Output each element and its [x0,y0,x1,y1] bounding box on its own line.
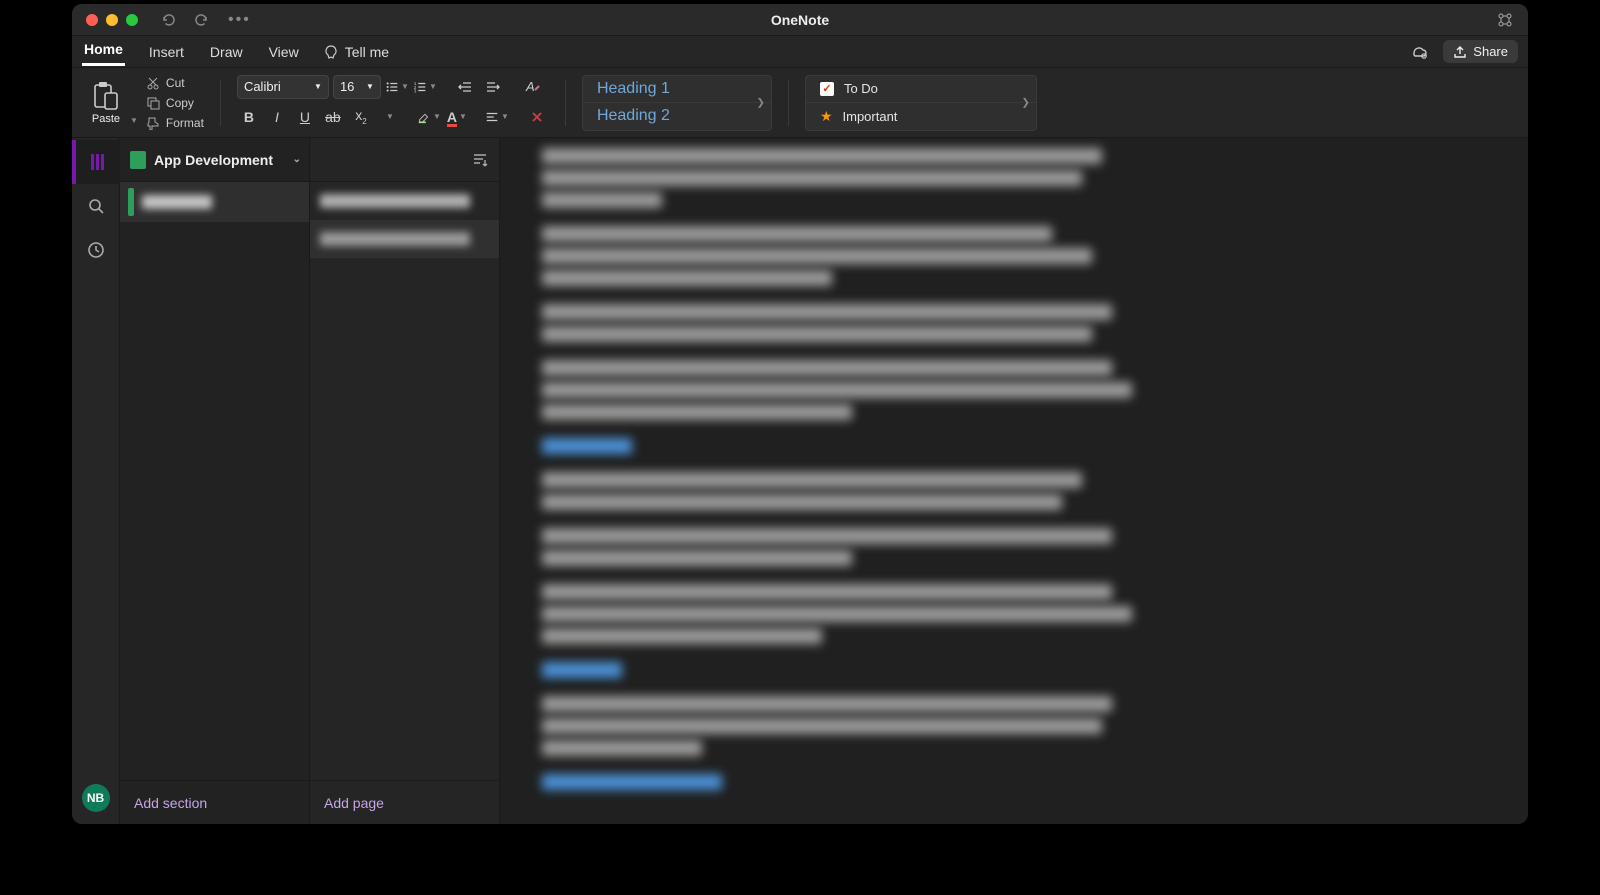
paste-label: Paste [92,113,120,125]
main-body: NB App Development ⌄ Add section [72,138,1528,824]
titlebar: ••• OneNote [72,4,1528,36]
font-family-select[interactable]: Calibri ▼ [237,75,329,99]
user-avatar: NB [82,784,110,812]
strikethrough-button[interactable]: ab [321,105,345,129]
page-item-selected[interactable] [310,220,499,258]
clear-formatting-button[interactable]: A [521,75,545,99]
pages-header [310,138,499,182]
nav-rail: NB [72,138,120,824]
page-title-redacted [320,232,470,246]
titlebar-right [1496,11,1528,29]
redo-button[interactable] [194,12,210,28]
share-button[interactable]: Share [1443,40,1518,63]
font-size-value: 16 [340,79,354,94]
tags-group: ✓ To Do ★ Important ❯ [805,75,1037,131]
delete-button[interactable] [525,105,549,129]
align-button[interactable]: ▼ [485,105,509,129]
format-painter-button[interactable]: Format [146,114,204,132]
subscript-button[interactable]: x2 [349,105,373,129]
checkbox-icon: ✓ [820,82,834,96]
chevron-down-icon: ▼ [366,82,374,91]
ribbon: Paste ▼ Cut Copy Format [72,68,1528,138]
chevron-down-icon: ⌄ [293,154,301,165]
sort-pages-button[interactable] [471,151,489,169]
chevron-down-icon: ▼ [314,82,322,91]
font-family-value: Calibri [244,79,281,94]
app-title: OneNote [771,12,829,28]
notebook-name: App Development [154,152,285,168]
cut-label: Cut [166,76,185,90]
quick-access-toolbar: ••• [160,11,251,29]
notebooks-nav[interactable] [72,140,120,184]
outdent-button[interactable] [453,75,477,99]
sync-status-icon[interactable] [1409,42,1429,62]
page-item[interactable] [310,182,499,220]
bullet-list-button[interactable]: ▼ [385,75,409,99]
highlight-button[interactable]: ▼ [417,105,441,129]
divider [220,80,221,126]
clipboard-group: Paste ▼ Cut Copy Format [82,75,204,131]
recent-nav[interactable] [72,228,120,272]
note-canvas[interactable] [500,138,1528,824]
indent-button[interactable] [481,75,505,99]
styles-gallery[interactable]: Heading 1 Heading 2 ❯ [582,75,772,131]
underline-button[interactable]: U [293,105,317,129]
tags-expand[interactable]: ❯ [1022,97,1030,108]
sections-panel: App Development ⌄ Add section [120,138,310,824]
font-size-select[interactable]: 16 ▼ [333,75,381,99]
styles-expand[interactable]: ❯ [757,97,765,108]
bold-button[interactable]: B [237,105,261,129]
superscript-button[interactable]: ▼ [377,105,401,129]
window-controls [72,14,138,26]
tab-insert[interactable]: Insert [147,40,186,64]
more-button[interactable]: ••• [228,11,251,29]
font-group: Calibri ▼ 16 ▼ ▼ 123 ▼ [237,75,549,131]
section-item[interactable] [120,182,309,222]
svg-text:A: A [525,79,535,94]
tags-gallery[interactable]: ✓ To Do ★ Important ❯ [805,75,1037,131]
copy-label: Copy [166,96,194,110]
format-label: Format [166,116,204,130]
close-window-button[interactable] [86,14,98,26]
star-icon: ★ [820,108,833,125]
paste-button[interactable]: Paste [82,75,130,131]
add-section-button[interactable]: Add section [120,780,309,824]
add-page-button[interactable]: Add page [310,780,499,824]
divider [565,80,566,126]
tell-me-label: Tell me [345,44,389,60]
svg-text:3: 3 [414,88,417,93]
notebook-selector[interactable]: App Development ⌄ [120,138,309,182]
italic-button[interactable]: I [265,105,289,129]
copy-button[interactable]: Copy [146,94,204,112]
tab-home[interactable]: Home [82,37,125,66]
tab-draw[interactable]: Draw [208,40,245,64]
pages-panel: Add page [310,138,500,824]
account-button[interactable]: NB [82,784,110,824]
tag-important[interactable]: ★ Important [806,103,1036,130]
undo-button[interactable] [160,12,176,28]
tab-view[interactable]: View [267,40,301,64]
maximize-window-button[interactable] [126,14,138,26]
tell-me-search[interactable]: Tell me [323,44,389,60]
styles-group: Heading 1 Heading 2 ❯ [582,75,772,131]
cut-button[interactable]: Cut [146,74,204,92]
share-label: Share [1473,44,1508,59]
minimize-window-button[interactable] [106,14,118,26]
style-heading-2[interactable]: Heading 2 [583,103,771,130]
app-window: ••• OneNote Home Insert Draw View Tell m… [72,4,1528,824]
numbered-list-button[interactable]: 123 ▼ [413,75,437,99]
style-heading-1[interactable]: Heading 1 [583,76,771,104]
divider [788,80,789,126]
search-nav[interactable] [72,184,120,228]
section-name-redacted [142,195,212,209]
notebook-icon [130,151,146,169]
font-color-button[interactable]: A ▼ [445,105,469,129]
expand-layout-icon[interactable] [1496,11,1514,29]
paste-dropdown[interactable]: ▼ [130,116,138,125]
section-color-tab [128,188,134,216]
page-title-redacted [320,194,470,208]
tag-to-do[interactable]: ✓ To Do [806,76,1036,104]
menu-tabs: Home Insert Draw View Tell me Share [72,36,1528,68]
